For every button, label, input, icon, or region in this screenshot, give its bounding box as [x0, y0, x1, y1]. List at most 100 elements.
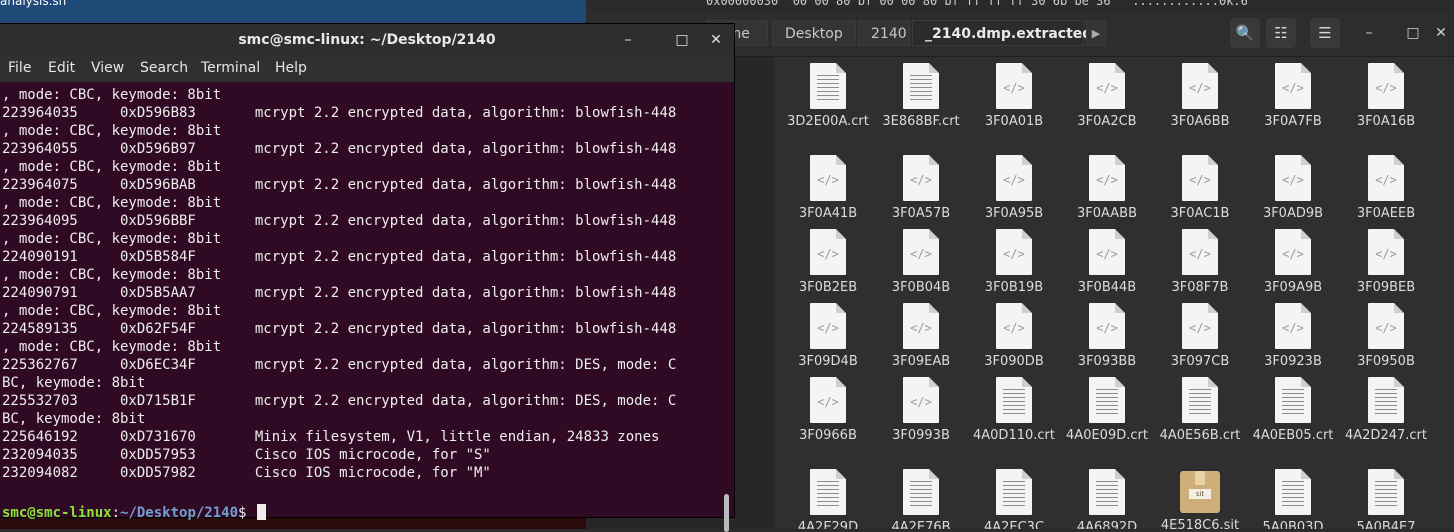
- file-item[interactable]: </> 3F0966B: [782, 377, 874, 444]
- file-item[interactable]: </> 3F0B19B: [968, 229, 1060, 296]
- code-file-icon: </>: [996, 229, 1032, 275]
- terminal-line: 224090791 0xD5B5AA7 mcrypt 2.2 encrypted…: [2, 285, 677, 301]
- file-item[interactable]: </> 3F0923B: [1247, 303, 1339, 370]
- file-item[interactable]: </> 3F0A6BB: [1154, 63, 1246, 130]
- terminal-minimize-button[interactable]: –: [614, 24, 642, 56]
- file-item[interactable]: 4A2EC3C: [968, 469, 1060, 529]
- prompt-symbol: $: [238, 505, 255, 521]
- file-item[interactable]: 3D2E00A.crt: [782, 63, 874, 130]
- file-item[interactable]: 4A0EB05.crt: [1247, 377, 1339, 444]
- view-toggle-button[interactable]: ☷: [1266, 18, 1296, 48]
- code-glyph: </>: [910, 173, 932, 187]
- scrollbar-thumb[interactable]: [724, 494, 729, 532]
- text-lines: [1282, 481, 1304, 507]
- menu-view[interactable]: View: [91, 60, 124, 76]
- file-item[interactable]: </> 3F0A41B: [782, 155, 874, 222]
- code-glyph: </>: [1003, 173, 1025, 187]
- file-name: 3F09D4B: [798, 354, 858, 369]
- file-item[interactable]: </> 3F0AABB: [1061, 155, 1153, 222]
- file-item[interactable]: </> 3F09BEB: [1340, 229, 1432, 296]
- file-item[interactable]: 5A0B03D: [1247, 469, 1339, 529]
- text-lines: [1003, 481, 1025, 507]
- breadcrumb-next-icon[interactable]: ▶: [1086, 20, 1106, 46]
- file-name: 4A2E29D: [797, 520, 859, 529]
- file-name: 3D2E00A.crt: [787, 114, 869, 129]
- text-file-icon: [810, 63, 846, 109]
- file-item[interactable]: </> 3F0A01B: [968, 63, 1060, 130]
- file-item[interactable]: </> 3F08F7B: [1154, 229, 1246, 296]
- menu-edit[interactable]: Edit: [48, 60, 75, 76]
- file-name: 3F0B2EB: [798, 280, 858, 295]
- file-item[interactable]: </> 3F09D4B: [782, 303, 874, 370]
- file-item[interactable]: 4A2D247.crt: [1340, 377, 1432, 444]
- terminal-window: smc@smc-linux: ~/Desktop/2140 – □ ✕ File…: [0, 24, 734, 532]
- code-glyph: </>: [1282, 247, 1304, 261]
- file-item[interactable]: </> 3F090DB: [968, 303, 1060, 370]
- code-glyph: </>: [1096, 247, 1118, 261]
- code-glyph: </>: [817, 173, 839, 187]
- file-item[interactable]: </> 3F0AEEB: [1340, 155, 1432, 222]
- file-item[interactable]: </> 3F0993B: [875, 377, 967, 444]
- file-name: 4A2E76B: [891, 520, 951, 529]
- file-item[interactable]: 4A2E76B: [875, 469, 967, 529]
- file-item[interactable]: </> 3F093BB: [1061, 303, 1153, 370]
- terminal-output[interactable]: smc@smc-linux:~/Desktop/2140$ , mode: CB…: [0, 82, 720, 521]
- code-glyph: </>: [1003, 321, 1025, 335]
- file-item[interactable]: 4A0D110.crt: [968, 377, 1060, 444]
- fm-maximize-button[interactable]: □: [1398, 18, 1428, 48]
- file-name: 3F0A2CB: [1077, 114, 1137, 129]
- breadcrumb-2140[interactable]: 2140: [858, 20, 910, 46]
- code-glyph: </>: [1096, 81, 1118, 95]
- menu-file[interactable]: File: [8, 60, 31, 76]
- desktop-file-label[interactable]: analysis.sh: [0, 0, 66, 8]
- file-item[interactable]: </> 3F0A7FB: [1247, 63, 1339, 130]
- file-item[interactable]: 3E868BF.crt: [875, 63, 967, 130]
- file-item[interactable]: 4A2E29D: [782, 469, 874, 529]
- file-name: 4A2D247.crt: [1345, 428, 1427, 443]
- file-item[interactable]: </> 3F0A16B: [1340, 63, 1432, 130]
- file-item[interactable]: sit 4E518C6.sit: [1154, 469, 1246, 529]
- terminal-maximize-button[interactable]: □: [668, 24, 696, 56]
- file-item[interactable]: 5A0B4E7: [1340, 469, 1432, 529]
- file-item[interactable]: </> 3F0A95B: [968, 155, 1060, 222]
- menu-help[interactable]: Help: [275, 60, 307, 76]
- breadcrumb-current-folder[interactable]: _2140.dmp.extracted: [912, 20, 1092, 46]
- menu-terminal[interactable]: Terminal: [201, 60, 260, 76]
- shell-prompt: smc@smc-linux:~/Desktop/2140$: [2, 504, 266, 522]
- file-item[interactable]: </> 3F0B44B: [1061, 229, 1153, 296]
- file-item[interactable]: </> 3F0B04B: [875, 229, 967, 296]
- terminal-scrollbar[interactable]: [720, 82, 734, 532]
- code-glyph: </>: [1189, 321, 1211, 335]
- search-button[interactable]: 🔍: [1230, 18, 1260, 48]
- breadcrumb-desktop[interactable]: Desktop: [772, 20, 856, 46]
- text-lines: [1096, 481, 1118, 507]
- fm-minimize-button[interactable]: –: [1354, 18, 1384, 48]
- file-name: 3F0923B: [1264, 354, 1322, 369]
- menu-button[interactable]: ☰: [1310, 18, 1340, 48]
- file-item[interactable]: </> 3F0A2CB: [1061, 63, 1153, 130]
- text-file-icon: [1275, 469, 1311, 515]
- code-file-icon: </>: [1275, 63, 1311, 109]
- file-item[interactable]: 4A0E56B.crt: [1154, 377, 1246, 444]
- file-item[interactable]: 4A6892D: [1061, 469, 1153, 529]
- file-item[interactable]: </> 3F0AD9B: [1247, 155, 1339, 222]
- file-item[interactable]: 4A0E09D.crt: [1061, 377, 1153, 444]
- file-name: 3F0AABB: [1076, 206, 1137, 221]
- file-item[interactable]: </> 3F0950B: [1340, 303, 1432, 370]
- code-file-icon: </>: [903, 155, 939, 201]
- code-glyph: </>: [1003, 247, 1025, 261]
- archive-file-icon: sit: [1180, 471, 1220, 513]
- file-item[interactable]: </> 3F097CB: [1154, 303, 1246, 370]
- file-item[interactable]: </> 3F0B2EB: [782, 229, 874, 296]
- terminal-close-button[interactable]: ✕: [702, 24, 730, 56]
- code-file-icon: </>: [810, 155, 846, 201]
- file-item[interactable]: </> 3F0A57B: [875, 155, 967, 222]
- file-item[interactable]: </> 3F09A9B: [1247, 229, 1339, 296]
- terminal-line: 223964075 0xD596BAB mcrypt 2.2 encrypted…: [2, 177, 677, 193]
- file-item[interactable]: </> 3F09EAB: [875, 303, 967, 370]
- terminal-line: 224589135 0xD62F54F mcrypt 2.2 encrypted…: [2, 321, 677, 337]
- menu-search[interactable]: Search: [140, 60, 188, 76]
- file-name: 3F093BB: [1077, 354, 1137, 369]
- fm-close-button[interactable]: ✕: [1426, 18, 1454, 48]
- file-item[interactable]: </> 3F0AC1B: [1154, 155, 1246, 222]
